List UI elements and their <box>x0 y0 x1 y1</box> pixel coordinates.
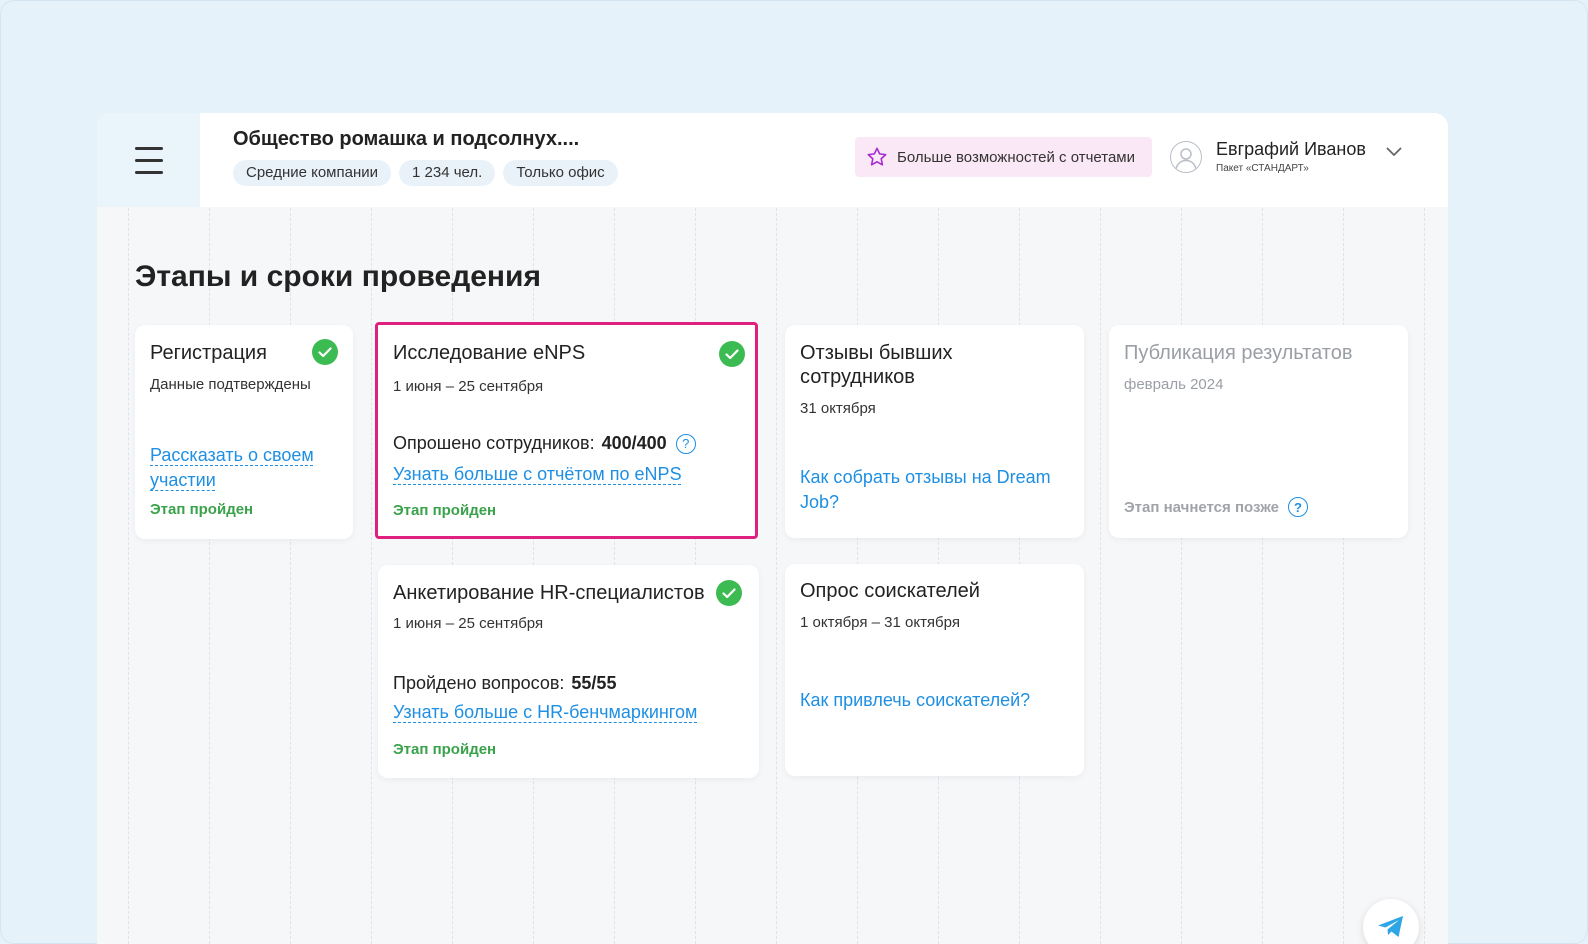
survey-stat: Пройдено вопросов: 55/55 <box>393 673 616 694</box>
telegram-icon <box>1378 916 1403 937</box>
top-header: Общество ромашка и подсолнух.... Средние… <box>97 113 1448 207</box>
user-menu[interactable]: Евграфий Иванов Пакет «СТАНДАРТ» <box>1170 139 1402 174</box>
user-icon <box>1175 147 1197 169</box>
stage-date: 1 октября – 31 октября <box>800 614 960 631</box>
grid-line <box>128 208 129 944</box>
upgrade-label: Больше возможностей с отчетами <box>897 148 1136 166</box>
stage-card-registration: Регистрация Данные подтверждены Рассказа… <box>135 325 353 539</box>
company-tags: Средние компании 1 234 чел. Только офис <box>233 160 618 186</box>
stage-date: 1 июня – 25 сентября <box>393 378 544 395</box>
stage-date: 1 июня – 25 сентября <box>393 615 544 632</box>
company-tag: Только офис <box>503 160 618 186</box>
grid-line <box>209 208 210 944</box>
stage-status: Этап пройден <box>393 741 497 758</box>
help-icon[interactable]: ? <box>675 433 696 454</box>
stage-status: Этап пройден <box>150 501 254 518</box>
stage-title: Анкетирование HR-специалистов <box>393 582 705 604</box>
stage-title: Опрос соискателей <box>800 580 980 602</box>
check-icon <box>312 339 338 365</box>
user-name: Евграфий Иванов <box>1216 139 1366 159</box>
stage-status-label: Этап начнется позже <box>1124 498 1280 516</box>
company-title: Общество ромашка и подсолнух.... <box>233 128 580 150</box>
stage-card-publication: Публикация результатов февраль 2024 Этап… <box>1109 325 1408 538</box>
hamburger-icon <box>134 147 163 174</box>
user-plan: Пакет «СТАНДАРТ» <box>1216 163 1309 174</box>
stage-status: Этап пройден <box>393 502 497 519</box>
page-title: Этапы и сроки проведения <box>135 260 541 293</box>
stage-card-candidates: Опрос соискателей 1 октября – 31 октября… <box>785 564 1084 776</box>
star-icon <box>867 147 887 166</box>
attract-candidates-link[interactable]: Как привлечь соискателей? <box>800 688 1030 713</box>
app-window: Общество ромашка и подсолнух.... Средние… <box>97 113 1448 944</box>
company-tag: Средние компании <box>233 160 392 186</box>
stage-status: Этап начнется позже ? <box>1124 497 1309 517</box>
help-icon[interactable]: ? <box>1288 497 1309 517</box>
hr-benchmark-link[interactable]: Узнать больше с HR-бенчмаркингом <box>393 700 697 725</box>
company-tag: 1 234 чел. <box>399 160 496 186</box>
stage-subtitle: Данные подтверждены <box>150 376 311 393</box>
share-participation-link[interactable]: Рассказать о своем участии <box>150 443 330 493</box>
stage-date: 31 октября <box>800 400 876 417</box>
grid-line <box>1100 208 1101 944</box>
telegram-button[interactable] <box>1363 899 1419 944</box>
stage-card-hr-survey: Анкетирование HR-специалистов 1 июня – 2… <box>378 565 759 778</box>
menu-button[interactable] <box>97 113 200 207</box>
grid-line <box>1424 208 1425 944</box>
grid-line <box>1343 208 1344 944</box>
stage-card-former-employees: Отзывы бывших сотрудников 31 октября Как… <box>785 325 1084 538</box>
stat-label: Опрошено сотрудников: <box>393 433 595 453</box>
grid-line <box>1262 208 1263 944</box>
stage-card-enps: Исследование eNPS 1 июня – 25 сентября О… <box>375 322 758 539</box>
collect-reviews-link[interactable]: Как собрать отзывы на Dream Job? <box>800 465 1070 515</box>
company-info: Общество ромашка и подсолнух.... Средние… <box>200 113 618 207</box>
check-icon <box>719 341 745 367</box>
grid-line <box>371 208 372 944</box>
grid-line <box>1181 208 1182 944</box>
stage-title: Регистрация <box>150 342 267 364</box>
survey-stat: Опрошено сотрудников: 400/400 ? <box>393 433 696 454</box>
upgrade-button[interactable]: Больше возможностей с отчетами <box>855 137 1152 177</box>
stat-value: 55/55 <box>571 673 617 693</box>
grid-line <box>290 208 291 944</box>
grid-line <box>776 208 777 944</box>
stat-value: 400/400 <box>601 433 667 453</box>
stage-date: февраль 2024 <box>1124 376 1224 393</box>
stat-label: Пройдено вопросов: <box>393 673 565 693</box>
user-text: Евграфий Иванов Пакет «СТАНДАРТ» <box>1216 139 1366 174</box>
chevron-down-icon <box>1386 147 1402 156</box>
stage-title: Отзывы бывших сотрудников <box>800 342 953 388</box>
stage-title: Исследование eNPS <box>393 342 586 364</box>
avatar <box>1170 140 1202 173</box>
enps-report-link[interactable]: Узнать больше с отчётом по eNPS <box>393 462 682 487</box>
stage-title: Публикация результатов <box>1124 342 1353 364</box>
check-icon <box>716 580 742 606</box>
